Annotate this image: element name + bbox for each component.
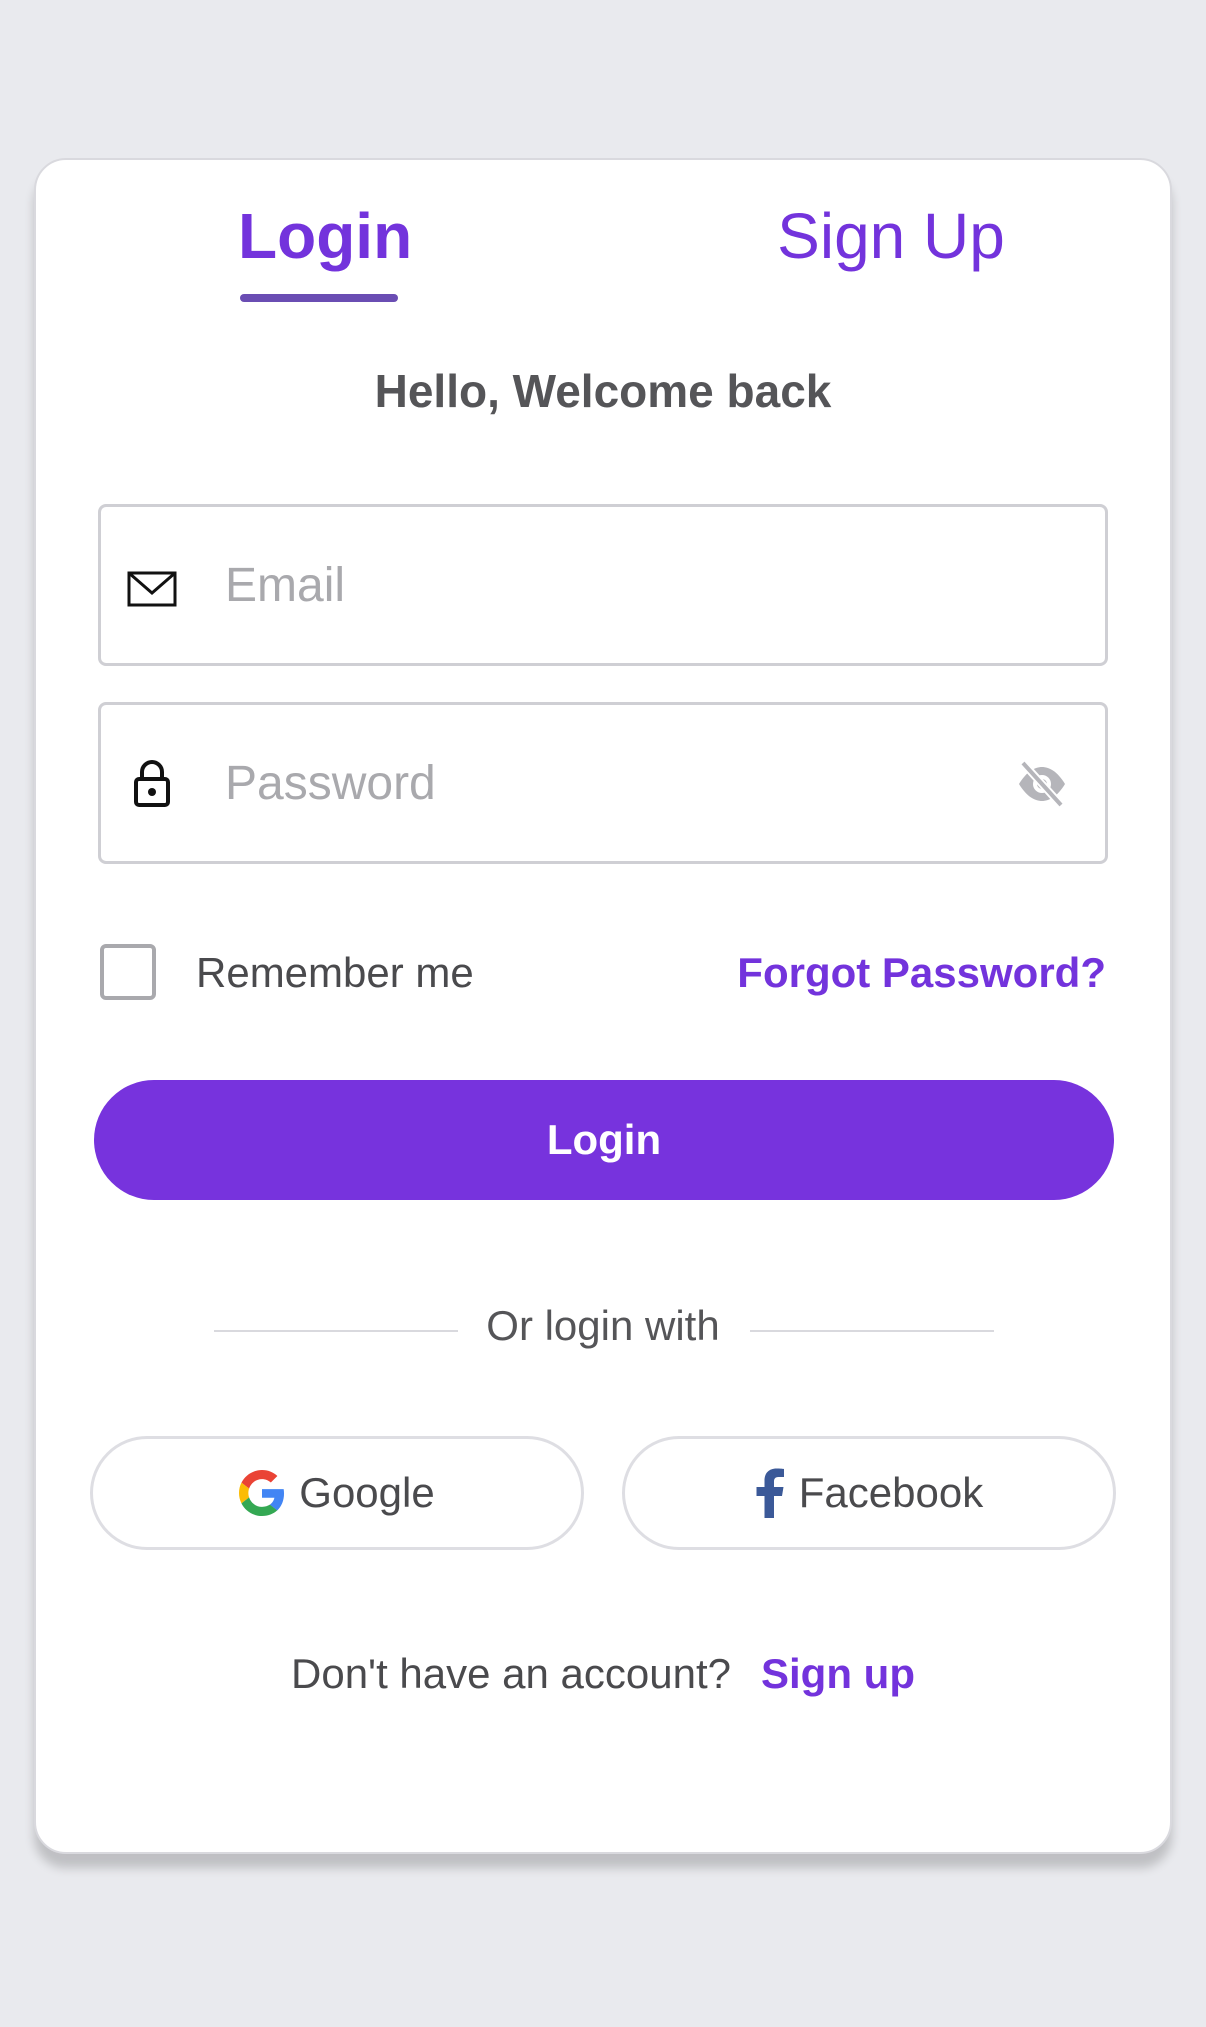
google-label: Google xyxy=(299,1469,435,1516)
welcome-heading: Hello, Welcome back xyxy=(374,365,832,417)
mail-icon xyxy=(127,571,177,607)
facebook-icon xyxy=(756,1468,784,1518)
forgot-password-link[interactable]: Forgot Password? xyxy=(737,948,1106,998)
google-login-button[interactable]: Google xyxy=(90,1436,584,1550)
password-input[interactable] xyxy=(225,735,965,831)
eye-off-icon[interactable] xyxy=(1015,757,1069,811)
divider-text: Or login with xyxy=(486,1302,720,1349)
divider-line-right xyxy=(750,1330,994,1332)
password-field[interactable] xyxy=(98,702,1108,864)
login-button[interactable]: Login xyxy=(94,1080,1114,1200)
signup-prompt-text: Don't have an account? xyxy=(291,1650,731,1697)
remember-me-checkbox[interactable] xyxy=(100,944,156,1000)
login-card: Login Sign Up Hello, Welcome back Rememb… xyxy=(34,158,1172,1854)
facebook-label: Facebook xyxy=(798,1469,984,1516)
lock-icon xyxy=(134,760,170,807)
tab-login[interactable]: Login xyxy=(238,198,412,275)
remember-me-label: Remember me xyxy=(196,949,474,996)
facebook-login-button[interactable]: Facebook xyxy=(622,1436,1116,1550)
google-icon xyxy=(239,1470,285,1516)
tab-signup[interactable]: Sign Up xyxy=(772,198,1010,275)
active-tab-indicator xyxy=(240,294,398,302)
signup-prompt-row: Don't have an account? Sign up xyxy=(36,1650,1170,1698)
signup-link[interactable]: Sign up xyxy=(761,1650,915,1697)
email-field[interactable] xyxy=(98,504,1108,666)
email-input[interactable] xyxy=(225,537,965,633)
